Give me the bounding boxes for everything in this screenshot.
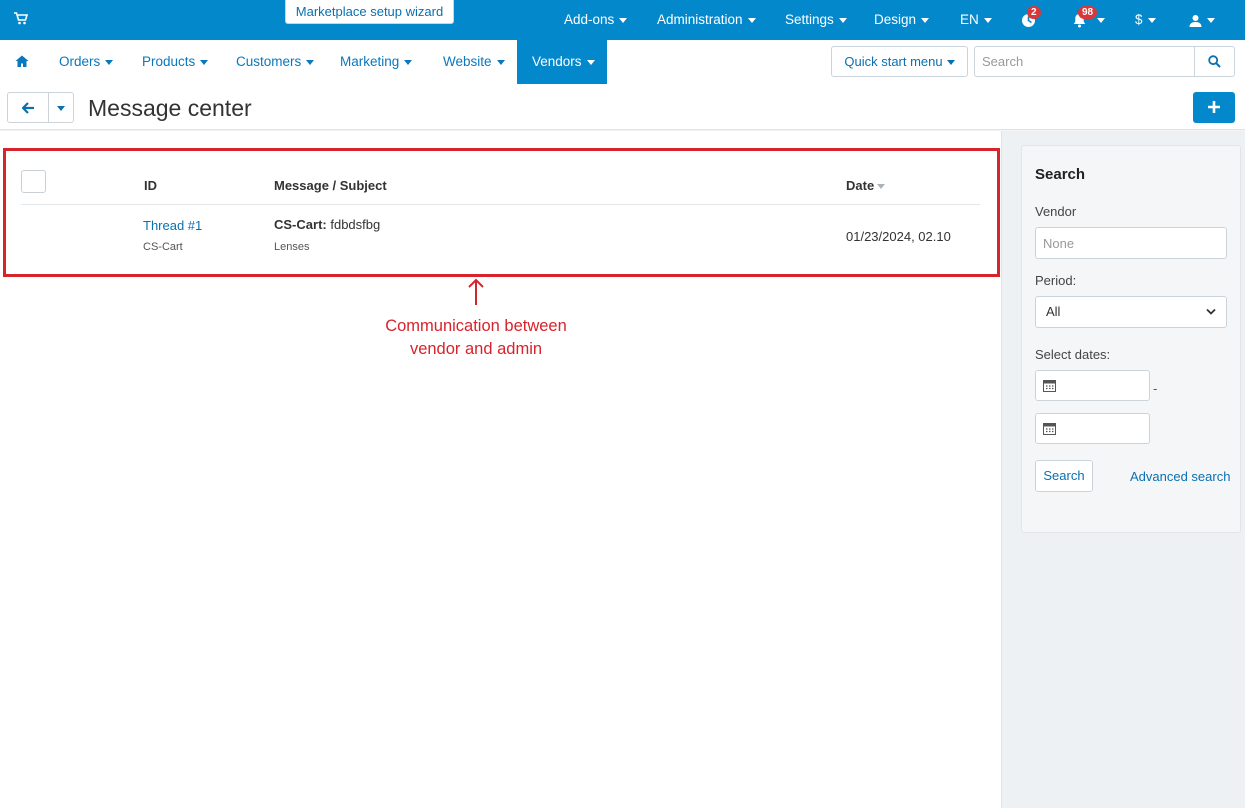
chevron-down-icon bbox=[200, 59, 209, 65]
user-icon bbox=[1189, 14, 1202, 27]
notifications-badge: 98 bbox=[1078, 6, 1098, 19]
home-button[interactable] bbox=[15, 40, 29, 84]
annotation-arrow-icon bbox=[468, 278, 484, 305]
back-button[interactable] bbox=[7, 92, 49, 123]
chevron-down-icon bbox=[1147, 17, 1156, 23]
date-to-input[interactable] bbox=[1035, 413, 1150, 444]
administration-menu-label: Administration bbox=[657, 12, 743, 27]
notifications-button[interactable]: 98 bbox=[1072, 0, 1108, 40]
design-menu[interactable]: Design bbox=[874, 0, 930, 40]
chevron-down-icon bbox=[946, 60, 955, 66]
search-button[interactable] bbox=[1194, 47, 1234, 76]
nav-item-website[interactable]: Website bbox=[443, 40, 505, 84]
search-panel-title: Search bbox=[1035, 166, 1086, 183]
quick-start-menu-label: Quick start menu bbox=[844, 54, 943, 69]
calendar-icon bbox=[1043, 423, 1056, 435]
sidebar-search-button[interactable]: Search bbox=[1035, 460, 1093, 492]
chevron-down-icon bbox=[105, 59, 114, 65]
marketplace-setup-wizard-button[interactable]: Marketplace setup wizard bbox=[285, 0, 454, 24]
annotation-text: Communication between vendor and admin bbox=[385, 317, 567, 358]
chevron-down-icon bbox=[404, 59, 413, 65]
vendor-label: Vendor bbox=[1035, 204, 1077, 219]
user-menu[interactable] bbox=[1189, 0, 1215, 40]
nav-item-customers[interactable]: Customers bbox=[236, 40, 315, 84]
vendor-input[interactable] bbox=[1035, 227, 1227, 259]
advanced-search-link[interactable]: Advanced search bbox=[1130, 469, 1230, 484]
quick-start-menu-button[interactable]: Quick start menu bbox=[831, 46, 968, 77]
language-menu-label: EN bbox=[960, 12, 979, 27]
chevron-down-icon bbox=[921, 17, 930, 23]
calendar-icon bbox=[1043, 380, 1056, 392]
nav-item-marketing[interactable]: Marketing bbox=[340, 40, 413, 84]
date-from-input[interactable] bbox=[1035, 370, 1150, 401]
nav-item-label: Website bbox=[443, 54, 492, 69]
chevron-down-icon bbox=[983, 17, 992, 23]
settings-menu-label: Settings bbox=[785, 12, 834, 27]
chevron-down-icon bbox=[496, 59, 505, 65]
search-input[interactable] bbox=[975, 47, 1195, 76]
addons-menu[interactable]: Add-ons bbox=[564, 0, 628, 40]
nav-item-label: Products bbox=[142, 54, 196, 69]
chevron-down-icon bbox=[1207, 17, 1215, 23]
settings-menu[interactable]: Settings bbox=[785, 0, 847, 40]
nav-item-orders[interactable]: Orders bbox=[59, 40, 114, 84]
updates-button[interactable]: 2 bbox=[1021, 0, 1041, 40]
page-title: Message center bbox=[88, 95, 252, 121]
nav-item-label: Vendors bbox=[532, 54, 582, 69]
chevron-down-icon bbox=[57, 106, 65, 112]
language-menu[interactable]: EN bbox=[960, 0, 992, 40]
nav-item-label: Orders bbox=[59, 54, 101, 69]
period-select-value: All bbox=[1046, 304, 1061, 319]
period-select[interactable]: All bbox=[1035, 296, 1227, 328]
cart-icon[interactable] bbox=[14, 12, 29, 28]
nav-item-label: Customers bbox=[236, 54, 302, 69]
global-search bbox=[974, 46, 1235, 77]
chevron-down-icon bbox=[306, 59, 315, 65]
period-label: Period: bbox=[1035, 273, 1077, 288]
nav-item-products[interactable]: Products bbox=[142, 40, 209, 84]
updates-badge: 2 bbox=[1027, 6, 1041, 19]
date-separator: - bbox=[1153, 381, 1158, 396]
chevron-down-icon bbox=[838, 17, 847, 23]
nav-item-label: Marketing bbox=[340, 54, 400, 69]
select-dates-label: Select dates: bbox=[1035, 347, 1111, 362]
plus-icon bbox=[1208, 101, 1220, 113]
nav-item-vendors[interactable]: Vendors bbox=[517, 40, 607, 84]
search-icon bbox=[1208, 55, 1221, 68]
administration-menu[interactable]: Administration bbox=[657, 0, 756, 40]
design-menu-label: Design bbox=[874, 12, 917, 27]
chevron-down-icon bbox=[1097, 18, 1105, 23]
arrow-left-icon bbox=[22, 102, 34, 114]
chevron-down-icon bbox=[619, 17, 628, 23]
add-message-button[interactable] bbox=[1193, 92, 1235, 123]
back-dropdown-button[interactable] bbox=[48, 92, 74, 123]
chevron-down-icon bbox=[1206, 308, 1216, 315]
chevron-down-icon bbox=[747, 17, 756, 23]
chevron-down-icon bbox=[586, 59, 595, 65]
currency-menu[interactable]: $ bbox=[1135, 0, 1156, 40]
home-icon bbox=[15, 55, 29, 67]
addons-menu-label: Add-ons bbox=[564, 12, 615, 27]
currency-menu-label: $ bbox=[1135, 12, 1143, 27]
annotation-highlight-box bbox=[3, 148, 1000, 277]
